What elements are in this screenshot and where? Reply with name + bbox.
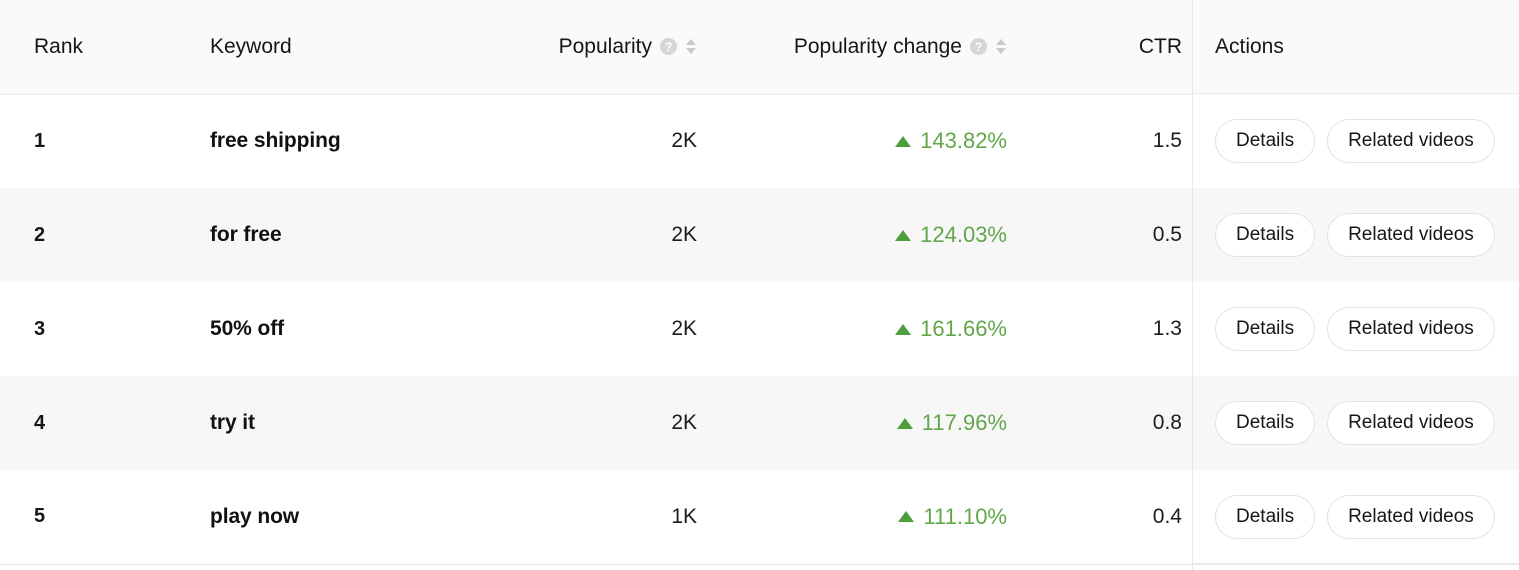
related-videos-button[interactable]: Related videos	[1327, 494, 1495, 539]
cell-keyword: for free	[210, 223, 282, 246]
help-icon[interactable]: ?	[970, 38, 987, 56]
trend-up-icon	[898, 511, 915, 523]
details-button[interactable]: Details	[1215, 307, 1316, 351]
cell-keyword: 50% off	[210, 317, 284, 340]
column-label-popularity-change: Popularity change	[793, 34, 962, 58]
actions-cell: Details Related videos	[1193, 94, 1519, 188]
related-videos-button[interactable]: Related videos	[1327, 213, 1495, 257]
details-button[interactable]: Details	[1215, 401, 1316, 445]
trend-up-icon	[896, 417, 913, 429]
keyword-performance-table: Rank Keyword Popularity ? Popularity cha…	[0, 0, 1519, 570]
actions-cell: Details Related videos	[1193, 470, 1519, 564]
sort-icon-popularity[interactable]	[685, 39, 697, 55]
sort-icon-popularity-change[interactable]	[995, 39, 1007, 55]
popularity-change-value: 161.66%	[920, 316, 1007, 341]
help-icon[interactable]: ?	[660, 38, 677, 56]
cell-popularity-change: 161.66%	[715, 282, 1025, 376]
column-header-rank: Rank	[0, 0, 190, 95]
details-button[interactable]: Details	[1215, 119, 1316, 163]
trend-up-icon	[895, 135, 912, 147]
cell-popularity-change: 124.03%	[715, 188, 1025, 282]
sticky-actions-column: Actions Details Related videos Details R…	[1192, 0, 1519, 570]
column-header-actions: Actions	[1193, 0, 1519, 94]
cell-popularity: 1K	[545, 470, 715, 565]
popularity-change-value: 143.82%	[920, 128, 1007, 154]
cell-popularity: 2K	[671, 411, 697, 434]
trend-up-icon	[895, 323, 912, 335]
column-label-ctr: CTR	[1138, 34, 1182, 58]
cell-rank: 5	[0, 470, 190, 565]
popularity-change-value: 117.96%	[921, 410, 1007, 435]
details-button[interactable]: Details	[1215, 494, 1316, 539]
cell-popularity-change: 143.82%	[715, 94, 1025, 188]
actions-cell: Details Related videos	[1193, 188, 1519, 282]
cell-keyword: free shipping	[210, 129, 341, 153]
column-label-actions: Actions	[1215, 34, 1284, 58]
column-label-popularity: Popularity	[558, 34, 652, 58]
cell-popularity: 2K	[671, 129, 697, 153]
cell-rank: 3	[34, 317, 46, 340]
related-videos-button[interactable]: Related videos	[1327, 119, 1495, 163]
cell-ctr: 0.5	[1152, 223, 1182, 246]
actions-cell: Details Related videos	[1193, 376, 1519, 470]
cell-popularity: 2K	[671, 317, 697, 340]
cell-rank: 4	[34, 411, 46, 434]
column-header-popularity-change[interactable]: Popularity change ?	[715, 0, 1025, 95]
trend-up-icon	[895, 229, 912, 241]
cell-popularity-change: 117.96%	[715, 376, 1025, 470]
related-videos-button[interactable]: Related videos	[1327, 307, 1495, 351]
cell-ctr: 0.4	[1025, 470, 1200, 565]
cell-keyword: try it	[210, 411, 255, 434]
cell-popularity-change: 111.10%	[715, 470, 1025, 565]
popularity-change-value: 124.03%	[920, 222, 1007, 247]
cell-rank: 1	[34, 129, 46, 152]
cell-ctr: 1.3	[1152, 317, 1182, 340]
cell-popularity: 2K	[671, 223, 697, 246]
cell-rank: 2	[34, 223, 46, 246]
column-header-ctr: CTR	[1025, 0, 1200, 95]
popularity-change-value: 111.10%	[923, 503, 1007, 529]
column-label-keyword: Keyword	[210, 34, 292, 58]
cell-ctr: 1.5	[1152, 129, 1182, 153]
column-header-popularity[interactable]: Popularity ?	[545, 0, 715, 95]
actions-cell: Details Related videos	[1193, 282, 1519, 376]
details-button[interactable]: Details	[1215, 213, 1316, 257]
related-videos-button[interactable]: Related videos	[1327, 401, 1495, 445]
cell-ctr: 0.8	[1152, 411, 1182, 434]
column-label-rank: Rank	[34, 34, 84, 58]
column-header-keyword: Keyword	[190, 0, 545, 95]
cell-keyword: play now	[190, 470, 545, 565]
